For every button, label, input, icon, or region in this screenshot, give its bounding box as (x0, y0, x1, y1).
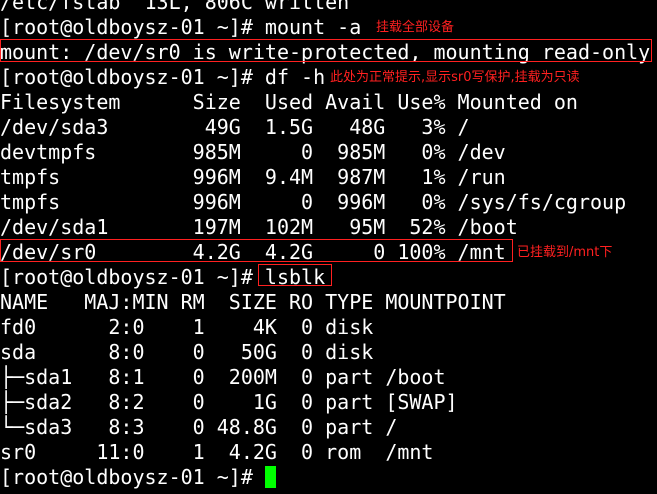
table-row: tmpfs 996M 0 996M 0% /sys/fs/cgroup (0, 190, 657, 215)
shell-prompt: [root@oldboysz-01 ~]# (0, 65, 265, 89)
shell-prompt: [root@oldboysz-01 ~]# (0, 465, 265, 489)
terminal-output: /etc/fstab' 13L, 806C written [root@oldb… (0, 0, 657, 490)
output-text: /dev/sr0 4.2G 4.2G 0 100% /mnt (0, 240, 506, 264)
terminal-line: /etc/fstab' 13L, 806C written (0, 0, 657, 15)
output-text: NAME MAJ:MIN RM SIZE RO TYPE MOUNTPOINT (0, 290, 506, 314)
table-row: /dev/sr0 4.2G 4.2G 0 100% /mnt 已挂载到/mnt下 (0, 240, 657, 265)
annotation-note: 挂载全部设备 (376, 20, 455, 35)
output-text: ├─sda2 8:2 0 1G 0 part [SWAP] (0, 390, 458, 414)
output-text: sda 8:0 0 50G 0 disk (0, 340, 374, 364)
command-text: df -h (264, 65, 326, 89)
table-row: /dev/sda3 49G 1.5G 48G 3% / (0, 115, 657, 140)
text-cursor (264, 466, 276, 488)
table-row: /dev/sda1 197M 102M 95M 52% /boot (0, 215, 657, 240)
output-text: fd0 2:0 1 4K 0 disk (0, 315, 374, 339)
output-text: /etc/fstab' 13L, 806C written (0, 0, 350, 14)
output-text: tmpfs 996M 9.4M 987M 1% /run (0, 165, 506, 189)
table-row: sda 8:0 0 50G 0 disk (0, 340, 657, 365)
terminal-window[interactable]: { "accent": "#ff2020", "cursor_color": "… (0, 0, 657, 494)
command-line: [root@oldboysz-01 ~]# lsblk (0, 265, 657, 290)
annotation-note: 此处为正常提示,显示sr0写保护,挂载为只读 (330, 70, 580, 85)
command-line[interactable]: [root@oldboysz-01 ~]# (0, 465, 657, 490)
output-text: devtmpfs 985M 0 985M 0% /dev (0, 140, 506, 164)
shell-prompt: [root@oldboysz-01 ~]# (0, 265, 265, 289)
table-row: sr0 11:0 1 4.2G 0 rom /mnt (0, 440, 657, 465)
output-text: Filesystem Size Used Avail Use% Mounted … (0, 90, 578, 114)
table-row: └─sda3 8:3 0 48.8G 0 part / (0, 415, 657, 440)
output-text: tmpfs 996M 0 996M 0% /sys/fs/cgroup (0, 190, 627, 214)
command-text: mount -a (264, 15, 362, 39)
table-row: fd0 2:0 1 4K 0 disk (0, 315, 657, 340)
command-line: [root@oldboysz-01 ~]# df -h 此处为正常提示,显示sr0… (0, 65, 657, 90)
table-row: ├─sda2 8:2 0 1G 0 part [SWAP] (0, 390, 657, 415)
output-text: sr0 11:0 1 4.2G 0 rom /mnt (0, 440, 434, 464)
annotation-note: 已挂载到/mnt下 (517, 245, 613, 260)
table-header: NAME MAJ:MIN RM SIZE RO TYPE MOUNTPOINT (0, 290, 657, 315)
terminal-line: mount: /dev/sr0 is write-protected, moun… (0, 40, 657, 65)
table-row: devtmpfs 985M 0 985M 0% /dev (0, 140, 657, 165)
output-text: /dev/sda1 197M 102M 95M 52% /boot (0, 215, 518, 239)
command-text: lsblk (264, 265, 326, 289)
table-row: tmpfs 996M 9.4M 987M 1% /run (0, 165, 657, 190)
command-line: [root@oldboysz-01 ~]# mount -a 挂载全部设备 (0, 15, 657, 40)
shell-prompt: [root@oldboysz-01 ~]# (0, 15, 265, 39)
output-text: ├─sda1 8:1 0 200M 0 part /boot (0, 365, 446, 389)
output-text: mount: /dev/sr0 is write-protected, moun… (0, 40, 651, 64)
output-text: /dev/sda3 49G 1.5G 48G 3% / (0, 115, 470, 139)
output-text: └─sda3 8:3 0 48.8G 0 part / (0, 415, 398, 439)
table-row: ├─sda1 8:1 0 200M 0 part /boot (0, 365, 657, 390)
table-header: Filesystem Size Used Avail Use% Mounted … (0, 90, 657, 115)
